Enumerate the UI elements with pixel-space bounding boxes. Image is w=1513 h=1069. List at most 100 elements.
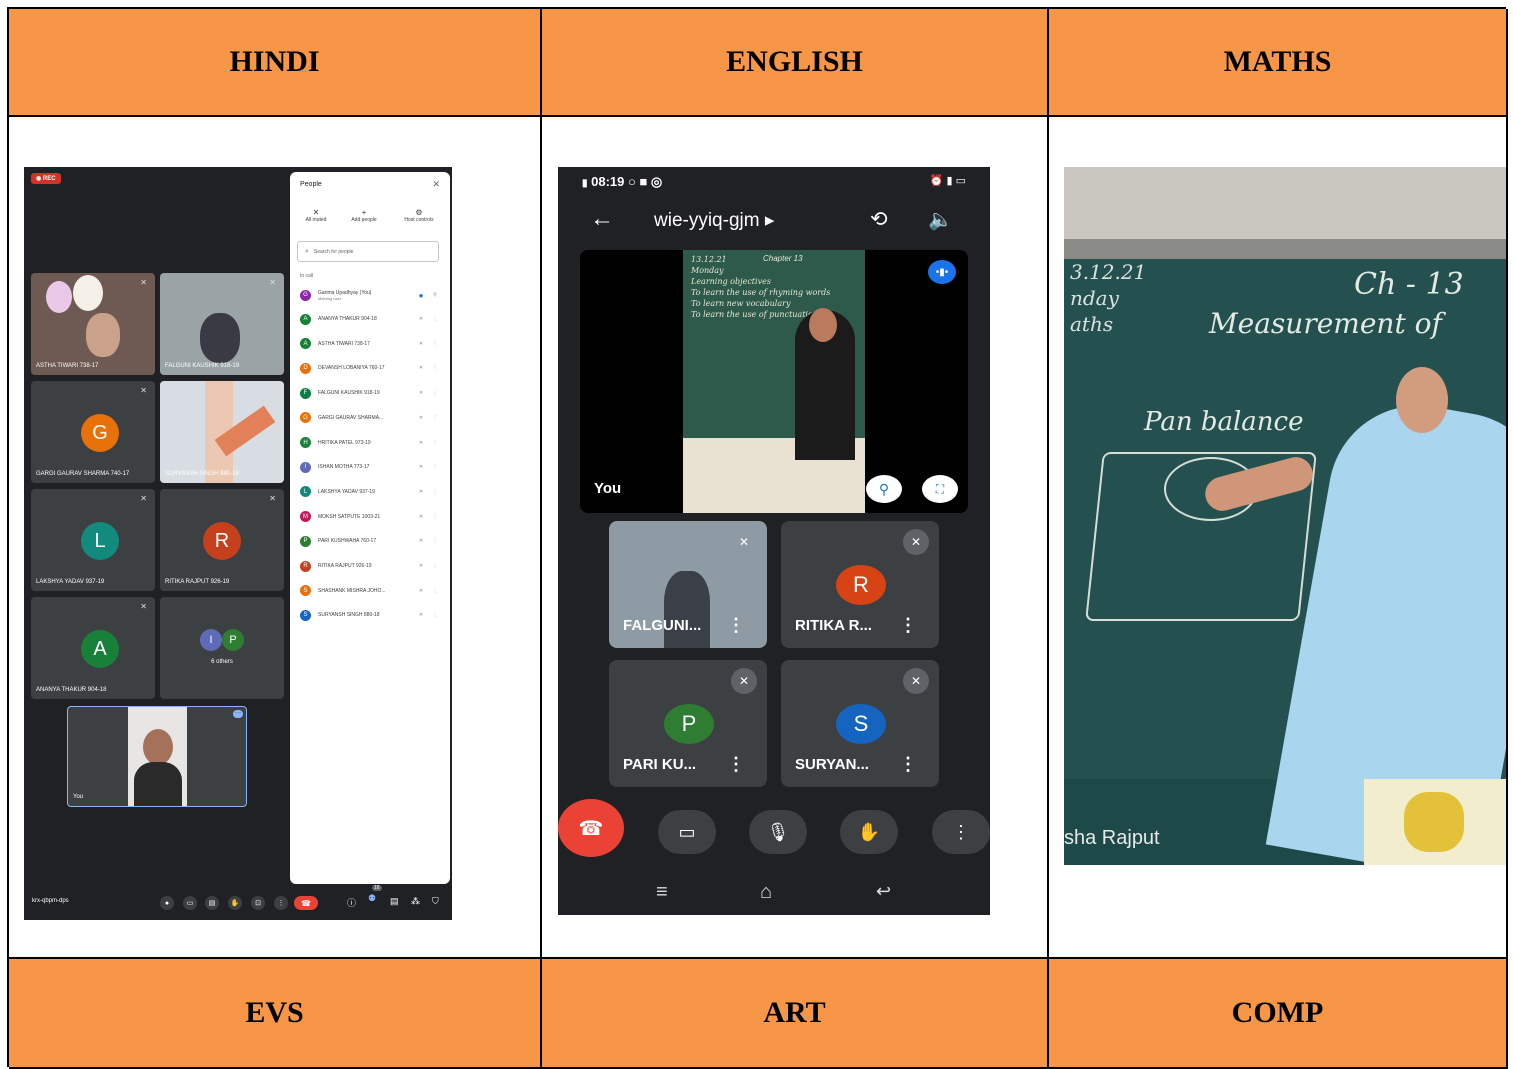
mic-icon[interactable]: ● (160, 896, 174, 910)
participant-tile[interactable]: ✕ FALGUNI KAUSHIK 918-19 (160, 273, 284, 375)
teacher-face (1396, 367, 1448, 433)
host-row[interactable]: G Garima Upadhyay (You) Meeting host ● ⚲ (300, 287, 442, 303)
status-time: 08:19 (591, 174, 625, 189)
back-arrow-icon[interactable]: ← (590, 205, 614, 233)
participant-tile[interactable]: G ✕ GARGI GAURAV SHARMA 740-17 (31, 381, 155, 483)
participant-tile[interactable]: A ✕ ANANYA THAKUR 904-18 (31, 597, 155, 699)
host-controls-icon[interactable]: ⛉ (432, 896, 439, 907)
self-label: You (594, 480, 622, 497)
close-icon[interactable]: ✕ (432, 179, 440, 190)
board-line: 13.12.21 (691, 255, 727, 264)
camera-icon[interactable]: ▭ (183, 896, 197, 910)
fullscreen-icon[interactable]: ⛶ (922, 475, 958, 503)
more-icon[interactable]: ⋮ (428, 316, 442, 322)
mic-off-icon: ✕ (418, 563, 424, 569)
participant-row[interactable]: H HRITIKA PATEL 973-19 ✕ ⋮ (300, 436, 442, 450)
mic-button[interactable]: 🎙 (749, 810, 807, 854)
mic-off-icon: ✕ (418, 612, 424, 619)
more-icon[interactable]: ⋮ (428, 563, 442, 569)
add-person-icon: + (361, 208, 367, 217)
participant-row[interactable]: P PARI KUSHWAHA 760-17 ✕ ⋮ (300, 534, 442, 548)
more-icon[interactable]: ⋮ (428, 538, 442, 544)
chat-icon[interactable]: ▤ (390, 896, 399, 907)
participant-name: GARGI GAURAV SHARMA... (318, 414, 384, 421)
recents-nav-icon[interactable]: ≡ (656, 881, 668, 904)
captions-icon[interactable]: ▤ (205, 896, 219, 910)
switch-camera-icon[interactable]: ⟲ (870, 207, 888, 232)
host-name-block: Garima Upadhyay (You) Meeting host (318, 290, 414, 301)
participant-row[interactable]: I ISHAN MOTHA 773-17 ✕ ⋮ (300, 460, 442, 474)
participant-tile[interactable]: S ✕ SURYAN... ⋮ (781, 660, 939, 787)
search-input[interactable]: ⌕ Search for people (297, 241, 439, 262)
more-icon[interactable]: ⋮ (428, 365, 442, 371)
raise-hand-icon[interactable]: ✋ (228, 896, 242, 910)
tile-name: FALGUNI KAUSHIK 918-19 (165, 363, 240, 369)
board-date: 3.12.21 (1070, 260, 1147, 284)
more-icon[interactable]: ● (414, 291, 428, 300)
more-icon[interactable]: ⋮ (428, 612, 442, 618)
avatar: S (300, 609, 311, 621)
participant-row[interactable]: S SURYANSH SINGH 880-18 ✕ ⋮ (300, 608, 442, 622)
meeting-code[interactable]: wie-yyiq-gjm ▸ (654, 209, 774, 232)
more-icon[interactable]: ⋮ (428, 440, 442, 446)
signal-icon: ▮ (582, 178, 588, 189)
raise-hand-button[interactable]: ✋ (840, 810, 898, 854)
mic-off-icon: ✕ (418, 538, 424, 545)
more-icon[interactable]: ⋮ (428, 341, 442, 347)
pin-icon[interactable]: ⚲ (428, 292, 442, 298)
add-people-button[interactable]: + Add people (344, 208, 384, 223)
tile-name: GARGI GAURAV SHARMA 740-17 (36, 471, 130, 477)
end-call-button[interactable]: ☎ (558, 799, 624, 857)
more-icon[interactable]: ⋮ (428, 588, 442, 594)
others-tile[interactable]: I P 6 others (160, 597, 284, 699)
present-icon[interactable]: ⊡ (251, 896, 265, 910)
end-call-button[interactable]: ☎ (294, 896, 318, 910)
participant-row[interactable]: F FALGUNI KAUSHIK 918-19 ✕ ⋮ (300, 386, 442, 400)
participant-row[interactable]: R RITIKA RAJPUT 926-19 ✕ ⋮ (300, 559, 442, 573)
participant-tile[interactable]: ✕ SURYANSH SINGH 880-18 (160, 381, 284, 483)
self-tile[interactable]: ··· You (67, 706, 247, 807)
avatar: G (81, 414, 119, 452)
participant-tile[interactable]: R ✕ RITIKA R... ⋮ (781, 521, 939, 648)
more-icon[interactable]: ⋮ (727, 754, 745, 775)
info-icon[interactable]: ⓘ (347, 896, 356, 909)
participant-row[interactable]: A ANANYA THAKUR 904-18 ✕ ⋮ (300, 312, 442, 326)
more-icon[interactable]: ⋮ (428, 415, 442, 421)
more-icon[interactable]: ⋮ (428, 390, 442, 396)
participant-row[interactable]: A ASTHA TIWARI 738-17 ✕ ⋮ (300, 337, 442, 351)
more-options-button[interactable]: ⋮ (932, 810, 990, 854)
maths-class-photo: 3.12.21 nday aths Ch - 13 Measurement of… (1064, 167, 1506, 865)
speaker-icon[interactable]: 🔈 (928, 207, 953, 232)
tile-name: FALGUNI... (623, 617, 702, 634)
participant-row[interactable]: G GARGI GAURAV SHARMA... ✕ ⋮ (300, 411, 442, 425)
participant-row[interactable]: D DEVANSH LOBANIYA 760-17 ✕ ⋮ (300, 361, 442, 375)
avatar: P (222, 629, 244, 651)
others-count: 6 others (211, 659, 233, 665)
more-icon[interactable]: ⋮ (727, 615, 745, 636)
more-options-icon[interactable]: ⋮ (274, 896, 288, 910)
more-icon[interactable]: ··· (233, 710, 243, 718)
participant-row[interactable]: M MOKSH SATPUTE 1003-21 ✕ ⋮ (300, 510, 442, 524)
participant-tile[interactable]: R ✕ RITIKA RAJPUT 926-19 (160, 489, 284, 591)
participant-tile[interactable]: P ✕ PARI KU... ⋮ (609, 660, 767, 787)
back-nav-icon[interactable]: ↩ (876, 881, 891, 902)
board-day: nday (1070, 286, 1119, 310)
more-icon[interactable]: ⋮ (428, 514, 442, 520)
home-nav-icon[interactable]: ⌂ (760, 881, 772, 904)
more-icon[interactable]: ⋮ (428, 489, 442, 495)
people-icon[interactable]: ⚉ 16 (368, 885, 382, 904)
main-video[interactable]: 13.12.21 Monday Learning objectives To l… (580, 250, 968, 513)
host-controls-button[interactable]: ⚙ Host controls (394, 208, 444, 223)
participant-tile[interactable]: ✕ ASTHA TIWARI 738-17 (31, 273, 155, 375)
pin-icon[interactable]: ⚲ (866, 475, 902, 503)
participant-row[interactable]: L LAKSHYA YADAV 937-19 ✕ ⋮ (300, 485, 442, 499)
participant-tile[interactable]: L ✕ LAKSHYA YADAV 937-19 (31, 489, 155, 591)
activities-icon[interactable]: ⁂ (411, 896, 420, 907)
more-icon[interactable]: ⋮ (899, 754, 917, 775)
participant-row[interactable]: S SHASHANK MISHRA JOHO... ✕ ⋮ (300, 584, 442, 598)
all-muted-button[interactable]: ✕ All muted (298, 208, 334, 223)
camera-button[interactable]: ▭ (658, 810, 716, 854)
participant-tile[interactable]: ✕ FALGUNI... ⋮ (609, 521, 767, 648)
more-icon[interactable]: ⋮ (899, 615, 917, 636)
more-icon[interactable]: ⋮ (428, 464, 442, 470)
